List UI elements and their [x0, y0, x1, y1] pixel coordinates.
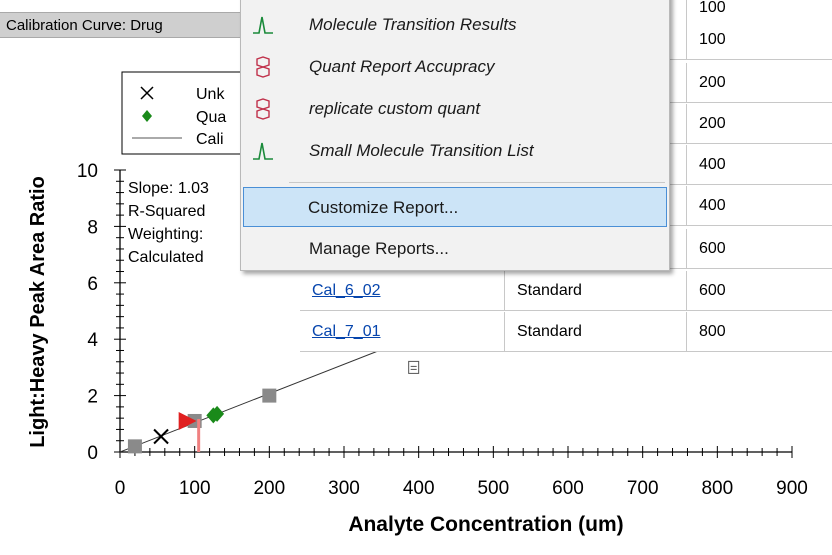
- menu-item-label: Quant Report Accupracy: [309, 57, 495, 76]
- menu-item-customize-report[interactable]: Customize Report...: [243, 187, 667, 227]
- report-context-menu: Molecule Transition Results Quant Report…: [240, 0, 670, 271]
- menu-item-label: Molecule Transition Results: [309, 15, 517, 34]
- y-tick-label: 8: [87, 217, 98, 238]
- x-tick-label: 300: [328, 478, 360, 499]
- concentration-cell: 200: [687, 63, 832, 103]
- x-axis-label: Analyte Concentration (um): [348, 513, 623, 536]
- x-tick-label: 100: [179, 478, 211, 499]
- x-tick-label: 500: [477, 478, 509, 499]
- sample-type-cell: Standard: [505, 312, 687, 352]
- regression-stats-line: R-Squared: [128, 203, 205, 220]
- concentration-cell: 400: [687, 145, 832, 185]
- sample-type-cell: Standard: [505, 271, 687, 311]
- regression-stats-line: Weighting:: [128, 226, 203, 243]
- x-tick-label: 400: [403, 478, 435, 499]
- standard-point: [262, 388, 277, 403]
- concentration-cell: 100: [687, 20, 832, 60]
- table-row[interactable]: Cal_7_01 Standard 800: [300, 312, 832, 352]
- menu-item-molecule-transition-results[interactable]: Molecule Transition Results: [243, 5, 667, 45]
- menu-item-quant-report-accupracy[interactable]: Quant Report Accupracy: [243, 47, 667, 87]
- y-tick-label: 10: [77, 161, 98, 182]
- peak-icon: [253, 142, 273, 160]
- menu-item-label: Small Molecule Transition List: [309, 141, 534, 160]
- y-tick-label: 2: [87, 387, 98, 408]
- concentration-cell: 800: [687, 312, 832, 352]
- menu-item-label: Customize Report...: [308, 198, 459, 217]
- x-tick-label: 900: [776, 478, 808, 499]
- concentration-cell: 200: [687, 104, 832, 144]
- replicate-name-cell[interactable]: Cal_7_01: [300, 312, 505, 352]
- regression-stats-line: Slope: 1.03: [128, 180, 209, 197]
- y-tick-label: 0: [87, 443, 98, 464]
- x-tick-label: 700: [627, 478, 659, 499]
- legend-label: Qua: [196, 109, 226, 126]
- y-tick-label: 6: [87, 274, 98, 295]
- menu-item-label: Manage Reports...: [309, 239, 449, 258]
- replicate-name-cell[interactable]: Cal_6_02: [300, 271, 505, 311]
- menu-separator: [289, 182, 665, 183]
- peak-icon: [253, 16, 273, 34]
- x-tick-label: 800: [701, 478, 733, 499]
- menu-item-manage-reports[interactable]: Manage Reports...: [243, 229, 667, 269]
- concentration-cell: 600: [687, 271, 832, 311]
- x-tick-label: 0: [115, 478, 126, 499]
- x-tick-label: 200: [253, 478, 285, 499]
- molecule-icon: [256, 98, 270, 120]
- unknown-point: [153, 428, 169, 445]
- chart-legend: [121, 71, 253, 155]
- note-icon: [408, 360, 420, 374]
- standard-point: [127, 439, 142, 454]
- legend-label: Unk: [196, 86, 225, 103]
- legend-label: Cali: [196, 131, 224, 148]
- concentration-cell: 400: [687, 186, 832, 226]
- regression-stats-line: Calculated: [128, 249, 204, 266]
- menu-item-replicate-custom-quant[interactable]: replicate custom quant: [243, 89, 667, 129]
- molecule-icon: [256, 56, 270, 78]
- x-tick-label: 600: [552, 478, 584, 499]
- y-tick-label: 4: [87, 330, 98, 351]
- y-axis-label: Light:Heavy Peak Area Ratio: [27, 176, 49, 448]
- menu-item-label: replicate custom quant: [309, 99, 481, 118]
- concentration-cell: 600: [687, 229, 832, 269]
- menu-item-small-molecule-transition-list[interactable]: Small Molecule Transition List: [243, 131, 667, 171]
- table-row[interactable]: Cal_6_02 Standard 600: [300, 271, 832, 311]
